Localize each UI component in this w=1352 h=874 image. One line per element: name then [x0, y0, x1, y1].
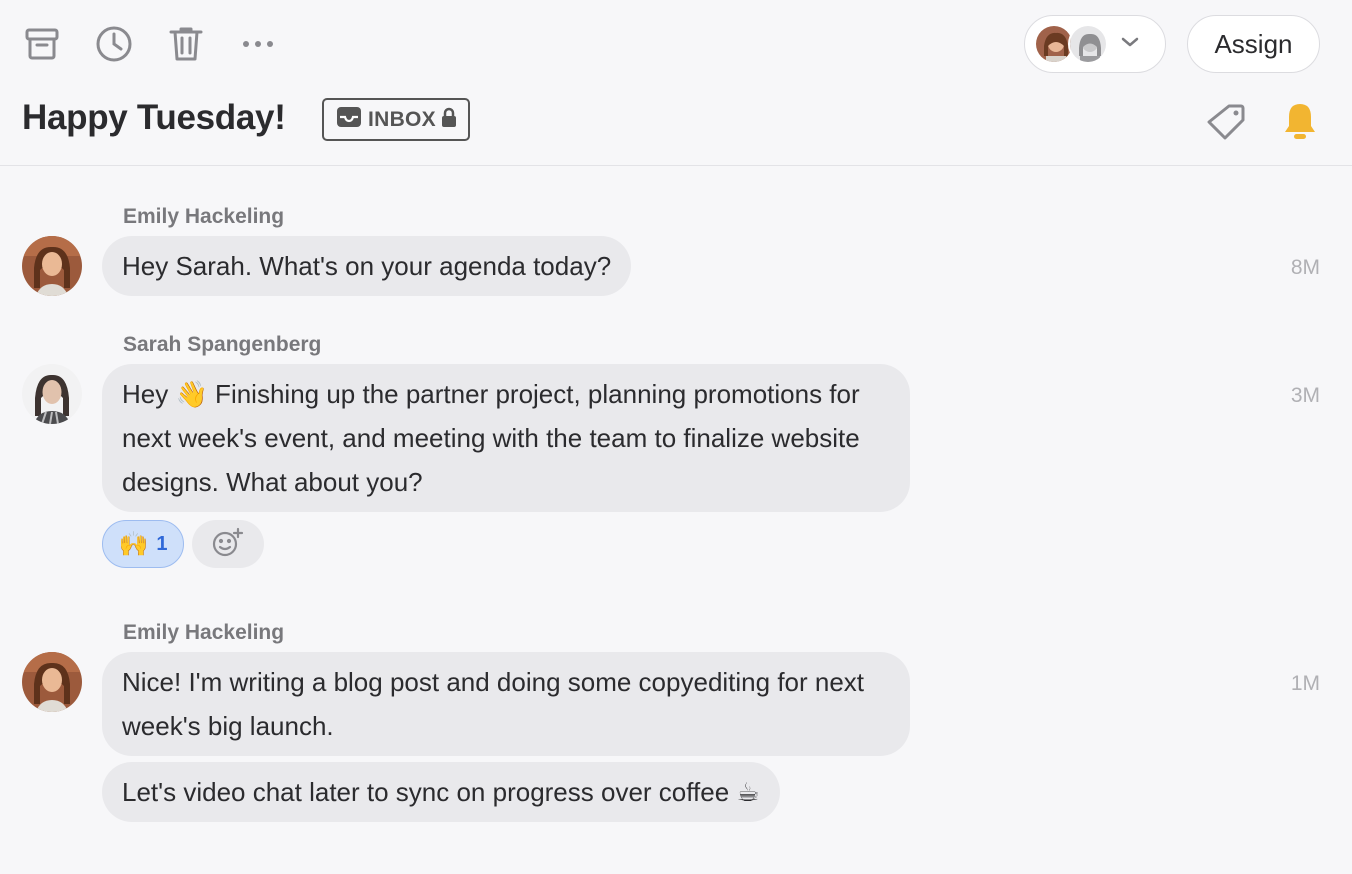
conversation-view: Assign Happy Tuesday! INBOX Emily Hackel…	[0, 0, 1352, 874]
message-author: Sarah Spangenberg	[123, 333, 322, 356]
toolbar: Assign	[0, 0, 1352, 88]
avatar	[22, 652, 82, 712]
message-timestamp: 3M	[1290, 384, 1320, 407]
reaction-count: 1	[156, 532, 168, 555]
inbox-label: INBOX	[367, 107, 436, 131]
page-title: Happy Tuesday!	[22, 98, 286, 137]
lock-icon	[442, 107, 456, 133]
reaction-emoji: 🙌	[118, 530, 149, 558]
reaction-pill[interactable]: 🙌 1	[102, 520, 184, 568]
avatar	[1068, 24, 1108, 64]
assignees-dropdown[interactable]	[1024, 15, 1166, 73]
message-bubble: Let's video chat later to sync on progre…	[102, 762, 780, 822]
conversation-header: Happy Tuesday! INBOX	[0, 88, 1352, 166]
chevron-down-icon	[1120, 35, 1140, 53]
add-reaction-button[interactable]	[192, 520, 264, 568]
message-bubble: Nice! I'm writing a blog post and doing …	[102, 652, 910, 756]
archive-icon[interactable]	[22, 24, 62, 64]
inbox-tray-icon	[336, 106, 362, 134]
message-author: Emily Hackeling	[123, 205, 285, 228]
message-bubble: Hey 👋 Finishing up the partner project, …	[102, 364, 910, 512]
message-timestamp: 1M	[1290, 672, 1320, 695]
message-author: Emily Hackeling	[123, 621, 285, 644]
inbox-badge[interactable]: INBOX	[322, 98, 470, 141]
tag-icon[interactable]	[1205, 100, 1249, 144]
add-emoji-icon	[212, 527, 244, 562]
message-timestamp: 8M	[1290, 256, 1320, 279]
message-bubble: Hey Sarah. What's on your agenda today?	[102, 236, 632, 296]
trash-icon[interactable]	[166, 24, 206, 64]
more-icon[interactable]	[238, 24, 278, 64]
clock-icon[interactable]	[94, 24, 134, 64]
bell-icon[interactable]	[1280, 100, 1320, 144]
assign-button[interactable]: Assign	[1187, 15, 1320, 73]
avatar	[22, 236, 82, 296]
avatar	[22, 364, 82, 424]
